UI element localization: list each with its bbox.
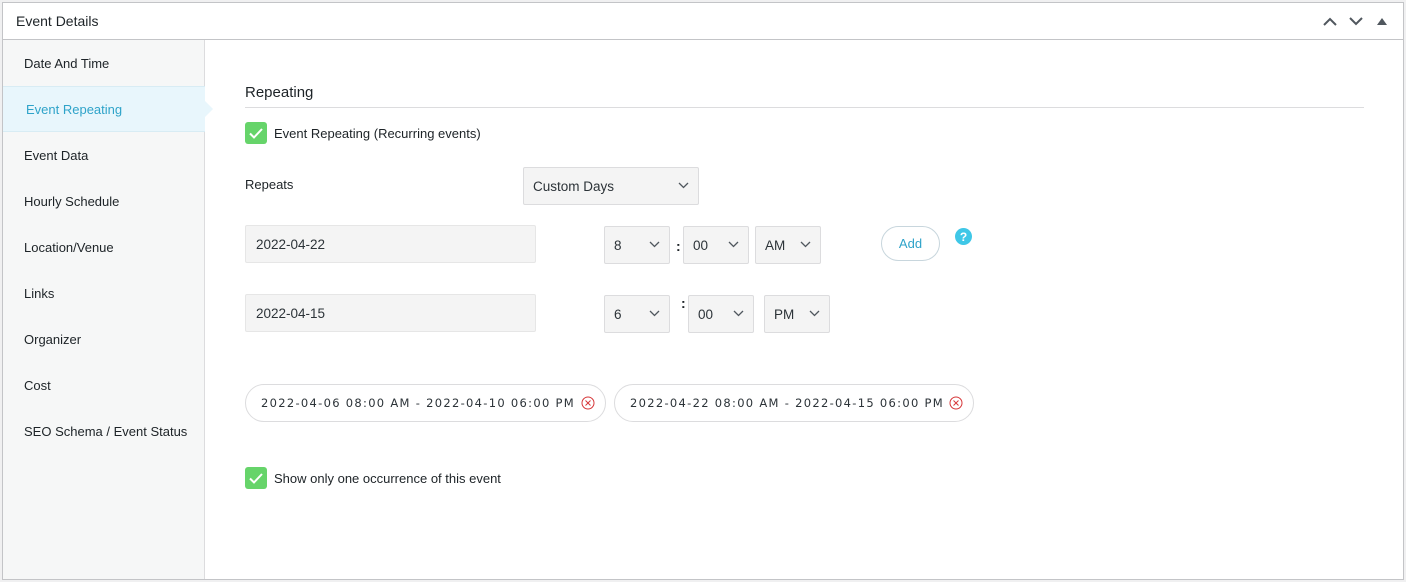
chevron-up-icon (1323, 17, 1337, 26)
panel-header: Event Details (3, 3, 1403, 40)
start-ampm-value: AM (765, 237, 786, 253)
event-repeating-label: Event Repeating (Recurring events) (274, 126, 481, 141)
occurrence-text: 2022-04-22 08:00 AM - 2022-04-15 06:00 P… (630, 396, 944, 410)
sidebar-item-label: Location/Venue (24, 239, 114, 255)
move-down-button[interactable] (1343, 3, 1369, 40)
sidebar-item-label: Cost (24, 377, 51, 393)
event-repeating-checkbox[interactable] (245, 122, 267, 144)
chevron-down-icon (649, 241, 660, 248)
sidebar-item-cost[interactable]: Cost (3, 362, 204, 408)
add-occurrence-button[interactable]: Add (881, 226, 940, 261)
sidebar-item-label: Organizer (24, 331, 82, 347)
checkmark-icon (249, 127, 263, 139)
end-ampm-value: PM (774, 306, 795, 322)
sidebar-item-hourly-schedule[interactable]: Hourly Schedule (3, 178, 204, 224)
start-time-colon: : (676, 238, 681, 254)
repeats-label: Repeats (245, 177, 294, 192)
start-ampm-select[interactable]: AM (755, 226, 821, 264)
sidebar-item-location-venue[interactable]: Location/Venue (3, 224, 204, 270)
occurrence-text: 2022-04-06 08:00 AM - 2022-04-10 06:00 P… (261, 396, 575, 410)
repeats-select[interactable]: Custom Days (523, 167, 699, 205)
one-occurrence-checkbox[interactable] (245, 467, 267, 489)
sidebar-item-label: Hourly Schedule (24, 193, 120, 209)
occurrence-tag: 2022-04-22 08:00 AM - 2022-04-15 06:00 P… (614, 384, 974, 422)
sidebar-item-organizer[interactable]: Organizer (3, 316, 204, 362)
sidebar-item-label: Date And Time (24, 55, 110, 71)
sidebar-item-label: Event Repeating (26, 101, 123, 117)
sidebar-item-label: Event Data (24, 147, 89, 163)
panel-title: Event Details (16, 13, 99, 29)
triangle-up-icon (1377, 18, 1387, 25)
start-date-value: 2022-04-22 (256, 236, 326, 252)
help-icon[interactable]: ? (955, 228, 972, 245)
end-time-colon: : (681, 295, 686, 311)
end-hour-select[interactable]: 6 (604, 295, 670, 333)
sidebar-item-links[interactable]: Links (3, 270, 204, 316)
occurrence-tag: 2022-04-06 08:00 AM - 2022-04-10 06:00 P… (245, 384, 606, 422)
toggle-panel-button[interactable] (1369, 3, 1395, 40)
end-minute-select[interactable]: 00 (688, 295, 754, 333)
sidebar-item-seo-schema[interactable]: SEO Schema / Event Status (3, 408, 204, 454)
start-minute-select[interactable]: 00 (683, 226, 749, 264)
one-occurrence-label: Show only one occurrence of this event (274, 471, 501, 486)
start-minute-value: 00 (693, 237, 709, 253)
main-content: Repeating Event Repeating (Recurring eve… (206, 40, 1403, 579)
circle-x-icon[interactable] (581, 396, 595, 410)
chevron-down-icon (733, 310, 744, 317)
sidebar-item-event-data[interactable]: Event Data (3, 132, 204, 178)
chevron-down-icon (809, 310, 820, 317)
end-date-input[interactable]: 2022-04-15 (245, 294, 536, 332)
panel-header-actions (1317, 3, 1395, 40)
end-hour-value: 6 (614, 306, 622, 322)
move-up-button[interactable] (1317, 3, 1343, 40)
chevron-down-icon (728, 241, 739, 248)
start-hour-value: 8 (614, 237, 622, 253)
chevron-down-icon (649, 310, 660, 317)
sidebar: Date And Time Event Repeating Event Data… (3, 40, 213, 579)
checkmark-icon (249, 472, 263, 484)
section-title: Repeating (245, 84, 314, 101)
chevron-down-icon (1349, 17, 1363, 26)
sidebar-item-date-and-time[interactable]: Date And Time (3, 40, 204, 86)
start-hour-select[interactable]: 8 (604, 226, 670, 264)
repeats-select-value: Custom Days (533, 178, 615, 194)
start-date-input[interactable]: 2022-04-22 (245, 225, 536, 263)
end-minute-value: 00 (698, 306, 714, 322)
end-date-value: 2022-04-15 (256, 305, 326, 321)
circle-x-icon[interactable] (949, 396, 963, 410)
sidebar-item-event-repeating[interactable]: Event Repeating (3, 86, 213, 132)
sidebar-item-label: SEO Schema / Event Status (24, 423, 188, 439)
chevron-down-icon (678, 182, 689, 189)
event-details-panel: Event Details Date And Time Event Repeat… (2, 2, 1404, 580)
sidebar-item-label: Links (24, 285, 55, 301)
section-divider (245, 107, 1364, 108)
end-ampm-select[interactable]: PM (764, 295, 830, 333)
chevron-down-icon (800, 241, 811, 248)
